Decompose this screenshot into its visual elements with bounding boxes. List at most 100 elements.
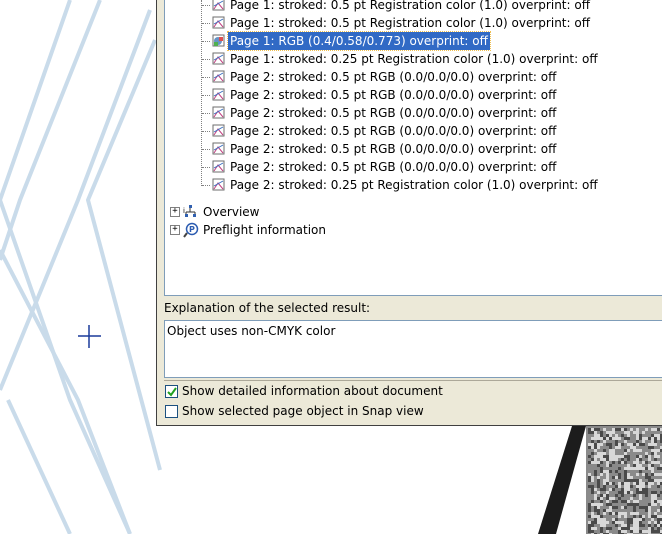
halftone-dot: [654, 458, 657, 461]
halftone-dot: [594, 449, 597, 452]
halftone-dot: [645, 488, 648, 491]
halftone-dot: [588, 446, 591, 449]
halftone-dot: [636, 500, 639, 503]
halftone-dot: [600, 455, 603, 458]
halftone-dot: [651, 518, 654, 521]
halftone-dot: [618, 491, 621, 494]
stroke-object-icon: [210, 87, 226, 103]
halftone-dot: [645, 494, 648, 497]
halftone-dot: [618, 521, 621, 524]
halftone-dot: [600, 467, 603, 470]
halftone-dot: [651, 494, 654, 497]
halftone-dot: [642, 482, 645, 485]
expand-toggle-icon[interactable]: +: [170, 207, 180, 217]
halftone-dot: [630, 512, 633, 515]
halftone-dot: [621, 500, 624, 503]
halftone-dot: [636, 518, 639, 521]
halftone-dot: [642, 440, 645, 443]
halftone-dot: [624, 527, 627, 530]
expand-toggle-icon[interactable]: +: [170, 225, 180, 235]
halftone-dot: [624, 452, 627, 455]
halftone-dot: [648, 482, 651, 485]
halftone-dot: [588, 461, 591, 464]
halftone-dot: [624, 482, 627, 485]
halftone-dot: [651, 434, 654, 437]
show-details-checkbox[interactable]: [165, 385, 178, 398]
halftone-dot: [657, 485, 660, 488]
halftone-dot: [654, 524, 657, 527]
halftone-dot: [597, 455, 600, 458]
halftone-dot: [657, 527, 660, 530]
halftone-dot: [648, 446, 651, 449]
halftone-dot: [618, 485, 621, 488]
halftone-dot: [654, 515, 657, 518]
tree-connector: [202, 5, 210, 6]
tree-item-label: Page 1: stroked: 0.5 pt Registration col…: [230, 0, 590, 12]
halftone-dot: [657, 530, 660, 533]
show-snap-checkbox[interactable]: [165, 405, 178, 418]
halftone-dot: [606, 509, 609, 512]
stroke-object-icon: [210, 69, 226, 85]
halftone-dot: [651, 500, 654, 503]
halftone-dot: [609, 434, 612, 437]
halftone-dot: [636, 455, 639, 458]
halftone-dot: [645, 461, 648, 464]
halftone-dot: [645, 506, 648, 509]
halftone-dot: [624, 506, 627, 509]
crosshair-cursor-icon: [78, 325, 101, 348]
halftone-dot: [624, 470, 627, 473]
halftone-dot: [591, 431, 594, 434]
halftone-dot: [627, 473, 630, 476]
halftone-dot: [648, 485, 651, 488]
halftone-dot: [630, 527, 633, 530]
halftone-dot: [603, 449, 606, 452]
halftone-dot: [600, 461, 603, 464]
halftone-dot: [645, 428, 648, 431]
halftone-dot: [636, 449, 639, 452]
halftone-dot: [651, 503, 654, 506]
halftone-dot: [642, 473, 645, 476]
halftone-dot: [600, 524, 603, 527]
halftone-dot: [633, 494, 636, 497]
halftone-dot: [600, 527, 603, 530]
halftone-dot: [657, 500, 660, 503]
halftone-dot: [603, 428, 606, 431]
halftone-dot: [651, 461, 654, 464]
halftone-dot: [651, 473, 654, 476]
halftone-dot: [645, 452, 648, 455]
halftone-dot: [606, 476, 609, 479]
halftone-dot: [609, 527, 612, 530]
halftone-dot: [597, 482, 600, 485]
halftone-dot: [636, 437, 639, 440]
halftone-dot: [612, 512, 615, 515]
halftone-dot: [633, 500, 636, 503]
halftone-dot: [600, 497, 603, 500]
halftone-dot: [624, 491, 627, 494]
halftone-dot: [639, 479, 642, 482]
halftone-dot: [597, 452, 600, 455]
halftone-dot: [588, 443, 591, 446]
halftone-dot: [636, 512, 639, 515]
halftone-dot: [609, 464, 612, 467]
stroke-object-icon: [210, 159, 226, 175]
explanation-text-box[interactable]: Object uses non-CMYK color: [164, 320, 662, 378]
halftone-dot: [612, 476, 615, 479]
halftone-dot: [597, 503, 600, 506]
halftone-dot: [612, 455, 615, 458]
halftone-dot: [618, 476, 621, 479]
halftone-dot: [654, 512, 657, 515]
halftone-dot: [633, 479, 636, 482]
halftone-dot: [648, 524, 651, 527]
halftone-dot: [624, 455, 627, 458]
tree-connector: [201, 0, 202, 186]
halftone-dot: [651, 452, 654, 455]
results-tree[interactable]: Page 1: stroked: 0.5 pt Registration col…: [164, 0, 662, 296]
halftone-dot: [642, 491, 645, 494]
halftone-dot: [588, 530, 591, 533]
halftone-dot: [630, 467, 633, 470]
halftone-dot: [654, 494, 657, 497]
halftone-dot: [639, 449, 642, 452]
halftone-dot: [594, 437, 597, 440]
halftone-dot: [594, 521, 597, 524]
halftone-dot: [612, 449, 615, 452]
